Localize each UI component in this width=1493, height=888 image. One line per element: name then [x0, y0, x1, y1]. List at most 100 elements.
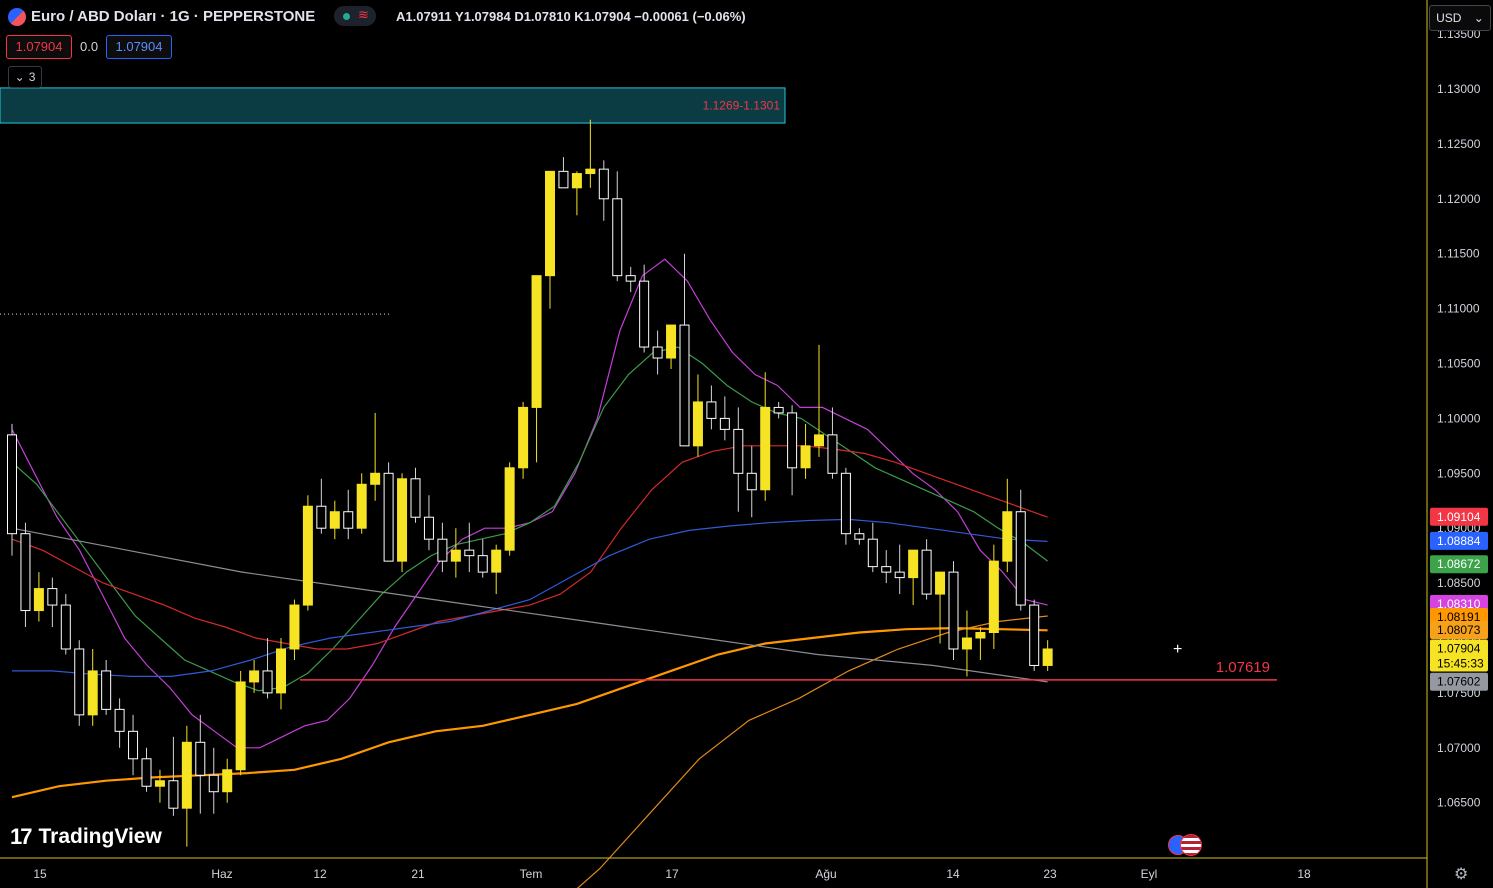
candle-body: [302, 505, 313, 606]
candle-body: [598, 168, 609, 200]
candle: [571, 171, 582, 216]
candle-body: [773, 406, 784, 414]
candle: [7, 423, 17, 556]
price-axis-tag: 1.08073: [1430, 620, 1488, 639]
price-tick-label: 1.10500: [1437, 357, 1481, 371]
time-tick-label: 18: [1297, 867, 1311, 881]
chevron-down-icon: ⌄: [14, 70, 25, 84]
candle-body: [652, 346, 663, 359]
candle: [652, 330, 663, 375]
candle-body: [1042, 648, 1053, 666]
indicators-toggle[interactable]: ⌄ 3: [8, 66, 42, 88]
candle: [1042, 640, 1053, 671]
candle-body: [639, 280, 650, 348]
price-tick-label: 1.09500: [1437, 466, 1481, 480]
symbol-flag-icon[interactable]: [8, 8, 26, 26]
candle-body: [840, 472, 851, 535]
candle-body: [894, 571, 905, 579]
candle: [787, 405, 798, 496]
candle: [33, 572, 44, 622]
candle-body: [262, 670, 273, 694]
candle-body: [491, 549, 502, 573]
candle: [867, 522, 878, 573]
candle-body: [612, 198, 623, 277]
sell-button[interactable]: 1.07904: [6, 35, 72, 59]
time-tick-label: 23: [1043, 867, 1057, 881]
candle-body: [827, 434, 838, 474]
candle-body: [101, 670, 112, 710]
candle: [181, 725, 192, 847]
candle: [343, 489, 354, 540]
candle-body: [289, 604, 300, 650]
gear-icon[interactable]: ⚙: [1454, 864, 1468, 884]
price-tag-label: 1.08884: [1437, 534, 1481, 548]
candle-body: [948, 571, 959, 650]
ema-line-ema_green: [11, 346, 1048, 692]
tradingview-mark-icon: 17: [10, 824, 33, 849]
support-label: 1.07619: [1216, 659, 1270, 676]
candle-body: [397, 478, 408, 562]
candle: [47, 577, 58, 628]
price-tick-label: 1.08500: [1437, 576, 1481, 590]
candle: [854, 528, 865, 545]
candle-body: [746, 472, 757, 491]
candle-body: [666, 324, 677, 359]
candle: [195, 714, 206, 814]
ema-line-ema_blue: [12, 518, 1048, 678]
candle: [1002, 478, 1013, 573]
price-tick-label: 1.07000: [1437, 741, 1481, 755]
time-tick-label: Ağu: [815, 867, 836, 881]
indicators-count: 3: [28, 70, 36, 84]
candle-body: [356, 483, 367, 529]
currency-select[interactable]: USD ⌄: [1429, 5, 1491, 31]
tradingview-logo[interactable]: 17 TradingView: [10, 824, 162, 850]
price-tick-label: 1.11500: [1437, 247, 1480, 261]
buy-button[interactable]: 1.07904: [106, 35, 172, 59]
candle-body: [988, 560, 999, 634]
candle-body: [881, 566, 892, 573]
candle-body: [733, 428, 744, 474]
candle: [276, 638, 286, 710]
economic-events-icon[interactable]: [1168, 833, 1204, 856]
candle: [706, 385, 717, 430]
candle: [733, 407, 744, 512]
candle-body: [316, 505, 327, 529]
price-axis-tag: 1.07602: [1430, 672, 1488, 691]
time-tick-label: Tem: [520, 867, 543, 881]
resistance-zone-label: 1.1269-1.1301: [703, 98, 781, 112]
currency-label: USD: [1436, 11, 1462, 25]
symbol-title[interactable]: Euro / ABD Doları · 1G · PEPPERSTONE: [31, 8, 315, 25]
candle-body: [692, 401, 703, 447]
candle: [222, 758, 233, 803]
candle-body: [222, 769, 233, 793]
candle-body: [1002, 511, 1013, 562]
candle: [370, 412, 381, 501]
us-flag-icon: [1180, 834, 1202, 856]
price-tick-label: 1.12000: [1437, 192, 1481, 206]
candle: [531, 275, 542, 463]
brand-name: TradingView: [38, 825, 162, 848]
candle: [208, 747, 219, 814]
candle: [948, 561, 959, 660]
candle-body: [20, 533, 31, 612]
candle: [383, 462, 394, 562]
candle-body: [908, 549, 919, 579]
price-tick-label: 1.10000: [1437, 411, 1481, 425]
time-tick-label: 21: [411, 867, 425, 881]
candle: [975, 627, 986, 660]
candle-body: [571, 173, 582, 189]
candle: [921, 539, 932, 600]
price-axis-tag: 1.09104: [1430, 507, 1488, 526]
candle: [827, 407, 838, 479]
candle: [961, 610, 972, 677]
candle: [87, 648, 98, 726]
candle-body: [854, 533, 865, 540]
crosshair-icon: +: [1173, 641, 1183, 658]
data-delay-icon: ≋: [358, 7, 369, 22]
candle-body: [477, 555, 488, 573]
candle-body: [867, 538, 878, 568]
market-status[interactable]: ≋: [334, 6, 376, 26]
candle: [60, 594, 71, 655]
candle: [518, 401, 529, 479]
chart-canvas[interactable]: 1.1269-1.13011.076191.135001.130001.1250…: [0, 0, 1493, 888]
